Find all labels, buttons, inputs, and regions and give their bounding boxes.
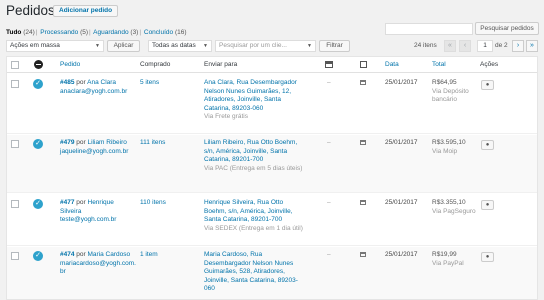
next-page-button[interactable]: › <box>512 40 524 52</box>
order-date: 25/01/2017 <box>385 139 418 146</box>
ship-to-address: Maria Cardoso, Rua Desembargador Nelson … <box>204 251 298 292</box>
table-row: ✓ #485 por Ana Clara anaclara@yogh.com.b… <box>7 74 537 134</box>
billing-value: – <box>327 199 331 206</box>
ship-to-address: Ana Clara, Rua Desembargador Nelson Nune… <box>204 79 297 120</box>
chevron-down-icon: ▼ <box>95 43 100 49</box>
column-purchased: Comprado <box>140 61 171 68</box>
row-checkbox[interactable] <box>11 200 19 208</box>
first-page-button[interactable]: « <box>444 40 456 52</box>
billing-value: – <box>327 251 331 258</box>
chevron-down-icon: ▼ <box>307 43 312 49</box>
status-views: Tudo (24)| Processando (5)| Aguardando (… <box>6 29 187 36</box>
current-page-input[interactable]: 1 <box>477 40 493 52</box>
ship-to-address: Liliam Ribeiro, Rua Otto Boehm, s/n, Amé… <box>204 139 303 172</box>
column-total[interactable]: Total <box>432 61 446 68</box>
date-filter-select[interactable]: Todas as datas ▼ <box>148 40 212 52</box>
order-date: 25/01/2017 <box>385 199 418 206</box>
notes-icon <box>360 252 366 257</box>
table-row: ✓ #477 por Henrique Silveira teste@yogh.… <box>7 194 537 246</box>
page-title: Pedidos <box>6 3 55 18</box>
column-ship-to: Enviar para <box>204 61 238 68</box>
column-actions: Ações <box>480 61 499 68</box>
purchased-items[interactable]: 111 itens <box>140 139 165 148</box>
table-header: Pedido Comprado Enviar para Data Total A… <box>7 57 537 73</box>
apply-button[interactable]: Aplicar <box>107 40 140 52</box>
order-title[interactable]: #485 por Ana Clara anaclara@yogh.com.br <box>60 79 136 96</box>
orders-table: Pedido Comprado Enviar para Data Total A… <box>6 56 538 300</box>
eye-icon: ● <box>485 142 490 148</box>
purchased-items[interactable]: 5 itens <box>140 79 159 88</box>
order-date: 25/01/2017 <box>385 251 418 258</box>
checkmark-icon: ✓ <box>33 251 43 261</box>
view-completed[interactable]: Concluído (16) <box>144 29 187 36</box>
search-orders-button[interactable]: Pesquisar pedidos <box>475 22 539 35</box>
prev-page-button[interactable]: ‹ <box>459 40 471 52</box>
eye-icon: ● <box>485 82 490 88</box>
row-checkbox[interactable] <box>11 252 19 260</box>
billing-icon <box>325 61 333 68</box>
bulk-action-select[interactable]: Ações em massa ▼ <box>6 40 104 52</box>
checkmark-icon: ✓ <box>33 79 43 89</box>
items-count: 24 itens <box>414 42 437 49</box>
total-pages: de 2 <box>495 42 508 49</box>
order-date: 25/01/2017 <box>385 79 418 86</box>
table-row: ✓ #474 por Maria Cardoso mariacardoso@yo… <box>7 247 537 299</box>
filter-button[interactable]: Filtrar <box>319 40 350 52</box>
purchased-items[interactable]: 1 item <box>140 251 158 260</box>
eye-icon: ● <box>485 254 490 260</box>
order-title[interactable]: #477 por Henrique Silveira teste@yogh.co… <box>60 199 136 225</box>
column-date[interactable]: Data <box>385 61 399 68</box>
customer-search-input[interactable]: Pesquisar por um clie... ▼ <box>215 40 316 52</box>
eye-icon: ● <box>485 202 490 208</box>
last-page-button[interactable]: » <box>526 40 538 52</box>
billing-value: – <box>327 79 331 86</box>
order-total: R$3.595,10 Via Moip <box>432 139 466 155</box>
notes-icon <box>360 61 367 68</box>
purchased-items[interactable]: 110 itens <box>140 199 166 208</box>
order-title[interactable]: #479 por Liliam Ribeiro jaqueline@yogh.c… <box>60 139 136 156</box>
view-order-button[interactable]: ● <box>481 252 494 262</box>
row-checkbox[interactable] <box>11 140 19 148</box>
search-input[interactable] <box>385 23 473 35</box>
column-order[interactable]: Pedido <box>60 61 80 68</box>
checkmark-icon: ✓ <box>33 199 43 209</box>
view-order-button[interactable]: ● <box>481 80 494 90</box>
add-order-button[interactable]: Adicionar pedido <box>53 5 119 17</box>
notes-icon <box>360 80 366 85</box>
view-order-button[interactable]: ● <box>481 200 494 210</box>
row-checkbox[interactable] <box>11 80 19 88</box>
view-all[interactable]: Tudo (24) <box>6 29 35 36</box>
chevron-down-icon: ▼ <box>203 43 208 49</box>
view-processing[interactable]: Processando (5) <box>40 29 88 36</box>
status-column-icon[interactable] <box>34 60 43 69</box>
order-total: R$19,99 Via PayPal <box>432 251 464 267</box>
order-title[interactable]: #474 por Maria Cardoso mariacardoso@yogh… <box>60 251 136 277</box>
order-total: R$64,95 Via Depósito bancário <box>432 79 469 103</box>
select-all-checkbox[interactable] <box>11 61 19 69</box>
order-total: R$3.355,10 Via PagSeguro <box>432 199 476 215</box>
notes-icon <box>360 140 366 145</box>
ship-to-address: Henrique Silveira, Rua Otto Boehm, s/n, … <box>204 199 303 232</box>
table-row: ✓ #479 por Liliam Ribeiro jaqueline@yogh… <box>7 135 537 193</box>
checkmark-icon: ✓ <box>33 139 43 149</box>
notes-icon <box>360 200 366 205</box>
billing-value: – <box>327 139 331 146</box>
view-order-button[interactable]: ● <box>481 140 494 150</box>
view-on-hold[interactable]: Aguardando (3) <box>93 29 138 36</box>
